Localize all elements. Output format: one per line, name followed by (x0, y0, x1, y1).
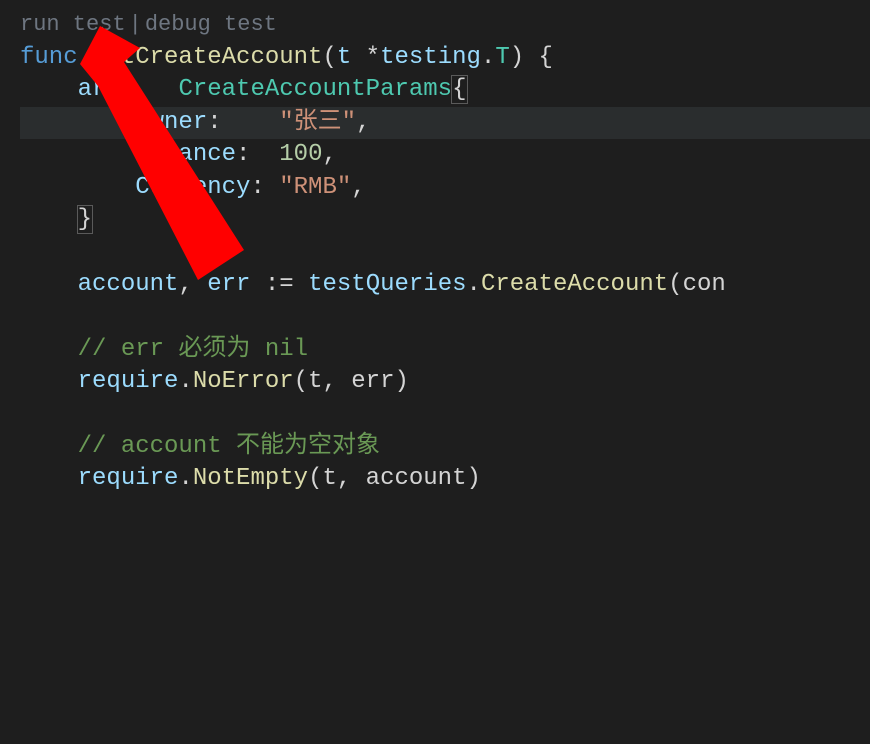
codelens-run-test[interactable]: run test (20, 12, 126, 37)
var-err: err (207, 271, 250, 298)
codelens-separator: | (126, 12, 145, 37)
var-arg: arg (78, 76, 121, 103)
var-account: account (78, 271, 179, 298)
field-currency: Currency (135, 174, 250, 201)
method-noerror: NoError (193, 368, 294, 395)
codelens-bar: run test|debug test (20, 10, 277, 40)
codelens-debug-test[interactable]: debug test (145, 12, 277, 37)
brace-close-highlight: } (78, 206, 92, 233)
comment-err-nil: // err 必须为 nil (78, 336, 308, 363)
string-owner: "张三" (279, 109, 356, 136)
func-name: estCreateAccount (92, 44, 322, 71)
type-params: CreateAccountParams (178, 76, 452, 103)
code-editor[interactable]: run test|debug test func estCreateAccoun… (0, 0, 870, 744)
comment-account-notempty: // account 不能为空对象 (78, 433, 380, 460)
field-owner: Owner (135, 109, 207, 136)
method-notempty: NotEmpty (193, 465, 308, 492)
string-currency: "RMB" (279, 174, 351, 201)
field-balance: Balance (135, 141, 236, 168)
number-balance: 100 (279, 141, 322, 168)
brace-open-highlight: { (452, 76, 466, 103)
code-block: func estCreateAccount(t *testing.T) { ar… (20, 42, 870, 495)
keyword-func: func (20, 44, 78, 71)
method-createaccount: CreateAccount (481, 271, 668, 298)
var-testqueries: testQueries (308, 271, 466, 298)
